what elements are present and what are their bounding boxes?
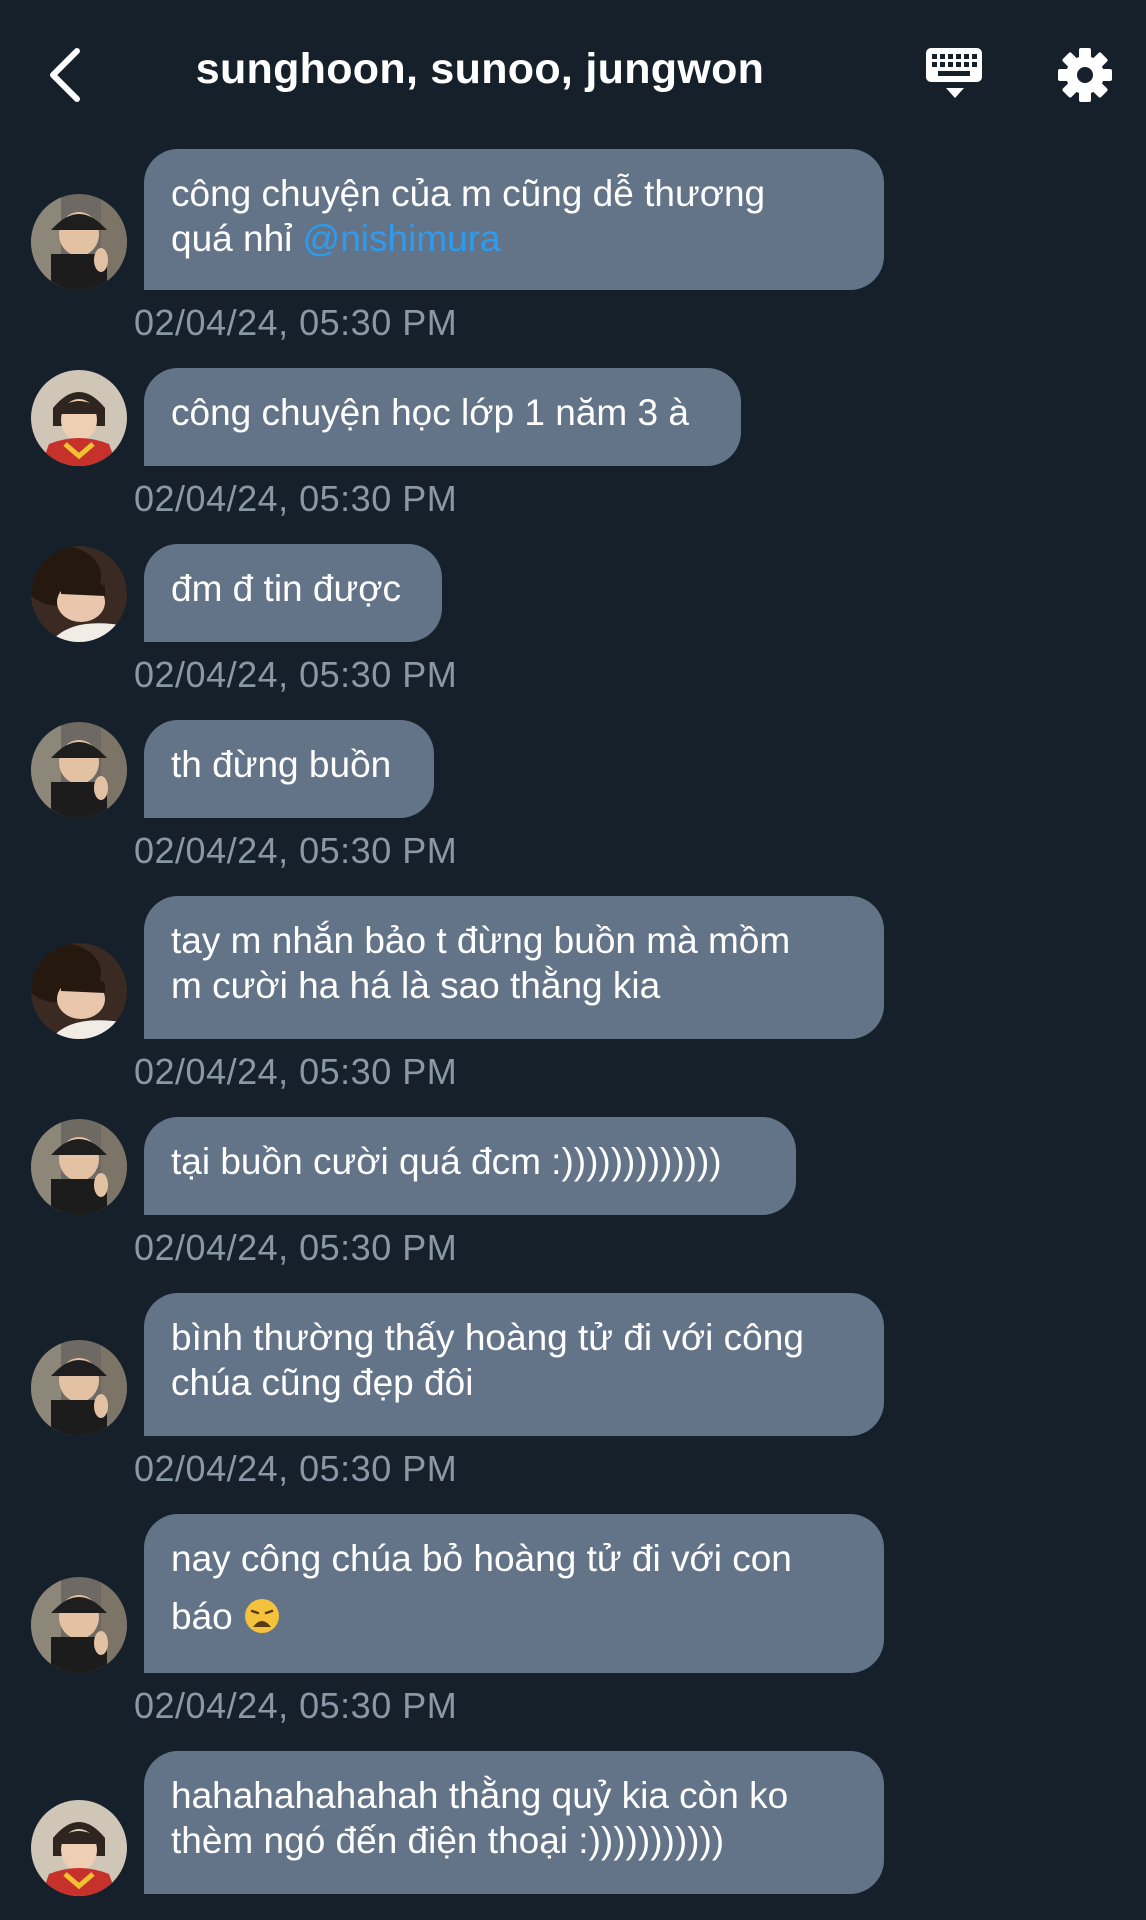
weary-face-emoji (243, 1594, 281, 1652)
avatar-hat-photo (31, 722, 127, 818)
message-text: tại buồn cười quá đcm :))))))))))))) (171, 1141, 722, 1182)
avatar[interactable] (31, 370, 127, 466)
message-bubble[interactable]: tại buồn cười quá đcm :))))))))))))) (144, 1117, 796, 1215)
avatar-hat-photo (31, 194, 127, 290)
avatar-hat-photo (31, 1340, 127, 1436)
chat-title: sunghoon, sunoo, jungwon (195, 45, 765, 93)
message-bubble[interactable]: nay công chúa bỏ hoàng tử đi với con báo (144, 1514, 884, 1673)
message-text: hahahahahahah thằng quỷ kia còn ko thèm … (171, 1775, 789, 1861)
chat-screen: sunghoon, sunoo, jungwon công chuyện của… (0, 0, 1146, 1920)
avatar[interactable] (31, 1340, 127, 1436)
avatar-hat-photo (31, 1577, 127, 1673)
chat-header: sunghoon, sunoo, jungwon (0, 0, 1146, 150)
message-bubble[interactable]: tay m nhắn bảo t đừng buồn mà mồm m cười… (144, 896, 884, 1039)
avatar[interactable] (31, 194, 127, 290)
message-bubble[interactable]: bình thường thấy hoàng tử đi với công ch… (144, 1293, 884, 1436)
avatar[interactable] (31, 1577, 127, 1673)
message-timestamp: 02/04/24, 05:30 PM (134, 654, 458, 695)
avatar-red-photo (31, 370, 127, 466)
keyboard-button[interactable] (920, 40, 990, 110)
chevron-left-icon (50, 48, 80, 102)
avatar[interactable] (31, 546, 127, 642)
message-bubble[interactable]: công chuyện học lớp 1 năm 3 à (144, 368, 741, 466)
avatar-red-photo (31, 1800, 127, 1896)
avatar[interactable] (31, 722, 127, 818)
avatar-dark-photo (31, 546, 127, 642)
message-bubble[interactable]: công chuyện của m cũng dễ thương quá nhỉ… (144, 149, 884, 290)
settings-button[interactable] (1050, 40, 1120, 110)
message-text: đm đ tin được (171, 568, 402, 609)
message-timestamp: 02/04/24, 05:30 PM (134, 1685, 458, 1726)
avatar[interactable] (31, 1800, 127, 1896)
keyboard-icon (926, 48, 982, 98)
message-timestamp: 02/04/24, 05:30 PM (134, 1051, 458, 1092)
message-timestamp: 02/04/24, 05:30 PM (134, 478, 458, 519)
message-timestamp: 02/04/24, 05:30 PM (134, 302, 458, 343)
mention-link[interactable]: @nishimura (303, 218, 501, 259)
avatar-dark-photo (31, 943, 127, 1039)
message-bubble[interactable]: th đừng buồn (144, 720, 434, 818)
message-timestamp: 02/04/24, 05:30 PM (134, 1448, 458, 1489)
message-text: bình thường thấy hoàng tử đi với công ch… (171, 1317, 804, 1403)
message-timestamp: 02/04/24, 05:30 PM (134, 1227, 458, 1268)
message-timestamp: 02/04/24, 05:30 PM (134, 830, 458, 871)
avatar[interactable] (31, 1119, 127, 1215)
message-bubble[interactable]: hahahahahahah thằng quỷ kia còn ko thèm … (144, 1751, 884, 1894)
avatar[interactable] (31, 943, 127, 1039)
message-text: th đừng buồn (171, 744, 392, 785)
gear-icon (1058, 48, 1112, 102)
message-text: tay m nhắn bảo t đừng buồn mà mồm m cười… (171, 920, 791, 1006)
avatar-hat-photo (31, 1119, 127, 1215)
back-button[interactable] (30, 40, 100, 110)
message-bubble[interactable]: đm đ tin được (144, 544, 442, 642)
message-text: công chuyện học lớp 1 năm 3 à (171, 392, 689, 433)
